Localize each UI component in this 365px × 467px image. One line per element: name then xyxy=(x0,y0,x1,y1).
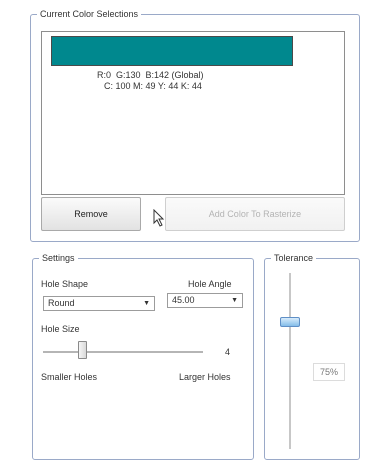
tolerance-value-box: 75% xyxy=(313,363,345,381)
tolerance-group: Tolerance 75% xyxy=(264,253,360,460)
add-color-to-rasterize-button[interactable]: Add Color To Rasterize xyxy=(165,197,345,231)
hole-shape-value: Round xyxy=(48,298,75,308)
mouse-cursor-icon xyxy=(153,209,165,227)
smaller-holes-label: Smaller Holes xyxy=(41,372,98,382)
hole-size-value: 4 xyxy=(225,347,231,357)
tolerance-slider-track[interactable] xyxy=(289,273,292,449)
hole-size-slider-thumb[interactable] xyxy=(78,341,87,359)
hole-size-label: Hole Size xyxy=(41,324,80,334)
dropdown-arrow-icon: ▼ xyxy=(143,300,150,307)
settings-legend: Settings xyxy=(39,253,78,264)
dropdown-arrow-icon: ▼ xyxy=(231,297,238,304)
hole-shape-label: Hole Shape xyxy=(41,279,89,289)
larger-holes-label: Larger Holes xyxy=(179,372,231,382)
hole-angle-select[interactable]: 45.00 ▼ xyxy=(167,293,243,308)
tolerance-slider-thumb[interactable] xyxy=(280,317,300,327)
hole-angle-value: 45.00 xyxy=(172,295,195,305)
tolerance-value: 75% xyxy=(319,367,338,377)
current-color-selections-group: Current Color Selections R:0 G:130 B:142… xyxy=(30,9,360,242)
remove-button[interactable]: Remove xyxy=(41,197,141,231)
tolerance-legend: Tolerance xyxy=(271,253,317,264)
hole-size-slider-track[interactable] xyxy=(43,351,203,354)
hole-angle-label: Hole Angle xyxy=(188,279,232,289)
settings-group: Settings Hole Shape Hole Angle Round ▼ 4… xyxy=(32,253,254,460)
current-color-selections-legend: Current Color Selections xyxy=(37,9,142,20)
color-swatch[interactable] xyxy=(51,36,293,66)
hole-shape-select[interactable]: Round ▼ xyxy=(43,296,155,311)
color-list-box[interactable]: R:0 G:130 B:142 (Global) C: 100 M: 49 Y:… xyxy=(41,31,345,195)
rgb-values-text: R:0 G:130 B:142 (Global) xyxy=(97,70,204,80)
cmyk-values-text: C: 100 M: 49 Y: 44 K: 44 xyxy=(104,81,202,91)
